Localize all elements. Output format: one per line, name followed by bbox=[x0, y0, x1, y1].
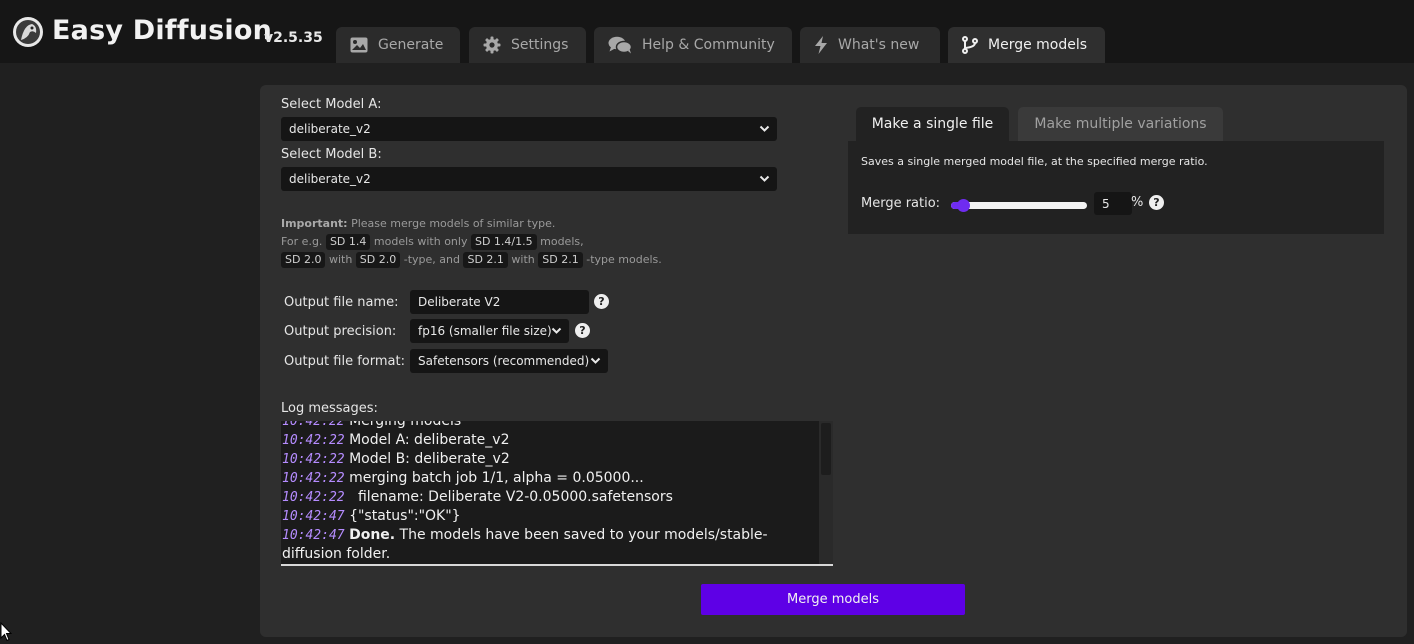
model-a-select[interactable]: deliberate_v2 bbox=[281, 117, 777, 141]
code-tag: SD 1.4/1.5 bbox=[470, 234, 537, 250]
log-timestamp: 10:42:22 bbox=[282, 490, 345, 505]
code-tag: SD 2.0 bbox=[355, 252, 401, 268]
merge-ratio-unit: % bbox=[1131, 195, 1144, 210]
merge-models-button[interactable]: Merge models bbox=[701, 584, 965, 615]
output-precision-value: fp16 (smaller file size) bbox=[418, 324, 552, 338]
merge-ratio-input[interactable]: 5 bbox=[1094, 192, 1132, 215]
log-scrollbar[interactable] bbox=[819, 421, 833, 564]
tab-make-single-file[interactable]: Make a single file bbox=[856, 107, 1009, 141]
output-format-value: Safetensors (recommended) bbox=[418, 354, 590, 368]
image-icon bbox=[350, 37, 368, 53]
log-line: 10:42:47 {"status":"OK"} bbox=[282, 507, 802, 526]
help-icon[interactable]: ? bbox=[1149, 195, 1164, 210]
code-tag: SD 2.0 bbox=[281, 252, 326, 268]
log-line: 10:42:22 filename: Deliberate V2-0.05000… bbox=[282, 488, 802, 507]
log-bold-text: Done. bbox=[349, 527, 396, 543]
output-name-label: Output file name: bbox=[284, 295, 399, 310]
tab-generate[interactable]: Generate bbox=[336, 27, 460, 63]
chevron-down-icon bbox=[551, 327, 562, 334]
tab-label: What's new bbox=[838, 37, 920, 53]
top-header: Easy Diffusion v2.5.35 Generate Settings bbox=[0, 0, 1414, 63]
gear-icon bbox=[483, 36, 501, 54]
code-tag: SD 2.1 bbox=[463, 252, 508, 268]
app-title: Easy Diffusion bbox=[52, 15, 273, 46]
bolt-icon bbox=[815, 36, 827, 54]
log-line: 10:42:22 Model A: deliberate_v2 bbox=[282, 431, 802, 450]
chevron-down-icon bbox=[759, 125, 770, 132]
merge-ratio-label: Merge ratio: bbox=[861, 196, 941, 211]
note-text: -type models. bbox=[582, 253, 662, 266]
output-name-input[interactable]: Deliberate V2 bbox=[410, 290, 589, 314]
note-text: with bbox=[325, 253, 356, 266]
log-message: Model B: deliberate_v2 bbox=[349, 451, 510, 467]
log-message: Model A: deliberate_v2 bbox=[349, 432, 510, 448]
easy-diffusion-logo-icon bbox=[12, 16, 44, 48]
note-text: models, bbox=[536, 235, 584, 248]
code-tag: SD 1.4 bbox=[325, 234, 371, 250]
log-timestamp: 10:42:47 bbox=[282, 509, 345, 524]
model-b-label: Select Model B: bbox=[281, 147, 382, 162]
note-text: models with only bbox=[370, 235, 471, 248]
output-format-select[interactable]: Safetensors (recommended) bbox=[410, 349, 608, 373]
app-version: v2.5.35 bbox=[264, 30, 323, 46]
tab-help-community[interactable]: Help & Community bbox=[594, 27, 792, 63]
log-message: merging batch job 1/1, alpha = 0.05000..… bbox=[349, 470, 644, 486]
model-a-value: deliberate_v2 bbox=[289, 122, 371, 136]
tab-label: Generate bbox=[378, 37, 444, 53]
help-icon[interactable]: ? bbox=[594, 294, 609, 309]
merge-models-panel: Select Model A: deliberate_v2 Select Mod… bbox=[260, 85, 1407, 637]
important-label: Important: bbox=[281, 217, 348, 230]
log-line: 10:42:22 Model B: deliberate_v2 bbox=[282, 450, 802, 469]
merge-ratio-slider-thumb[interactable] bbox=[957, 199, 971, 212]
tab-label: Settings bbox=[511, 37, 569, 53]
output-format-label: Output file format: bbox=[284, 354, 405, 369]
output-precision-label: Output precision: bbox=[284, 324, 397, 339]
log-message: {"status":"OK"} bbox=[349, 508, 461, 524]
model-b-value: deliberate_v2 bbox=[289, 172, 371, 186]
single-file-description: Saves a single merged model file, at the… bbox=[861, 155, 1208, 168]
code-tag: SD 2.1 bbox=[538, 252, 583, 268]
log-timestamp: 10:42:47 bbox=[282, 528, 345, 543]
log-timestamp: 10:42:22 bbox=[282, 471, 345, 486]
important-note: Important: Please merge models of simila… bbox=[281, 215, 801, 269]
tab-label: Merge models bbox=[988, 37, 1088, 53]
log-timestamp: 10:42:22 bbox=[282, 452, 345, 467]
log-line: 10:42:22 merging batch job 1/1, alpha = … bbox=[282, 469, 802, 488]
tab-merge-models[interactable]: Merge models bbox=[948, 27, 1105, 63]
note-text: For e.g. bbox=[281, 235, 326, 248]
code-branch-icon bbox=[962, 36, 978, 54]
log-message: Merging models bbox=[349, 421, 462, 429]
comments-icon bbox=[608, 36, 632, 54]
tab-label: Help & Community bbox=[642, 37, 775, 53]
tab-whats-new[interactable]: What's new bbox=[800, 27, 940, 63]
chevron-down-icon bbox=[590, 357, 601, 364]
model-b-select[interactable]: deliberate_v2 bbox=[281, 167, 777, 191]
log-timestamp: 10:42:22 bbox=[282, 421, 345, 429]
log-label: Log messages: bbox=[281, 401, 378, 416]
log-lines: 10:42:22 Merging models 10:42:22 Model A:… bbox=[282, 421, 802, 563]
chevron-down-icon bbox=[759, 175, 770, 182]
tab-make-multiple-variations[interactable]: Make multiple variations bbox=[1018, 107, 1223, 141]
log-line: 10:42:47 Done. The models have been save… bbox=[282, 526, 802, 563]
merge-ratio-slider[interactable] bbox=[951, 199, 1087, 212]
log-messages[interactable]: 10:42:22 Merging models 10:42:22 Model A:… bbox=[281, 421, 833, 566]
single-file-panel: Saves a single merged model file, at the… bbox=[848, 141, 1384, 234]
output-precision-select[interactable]: fp16 (smaller file size) bbox=[410, 319, 569, 343]
note-text: Please merge models of similar type. bbox=[347, 217, 556, 230]
log-timestamp: 10:42:22 bbox=[282, 433, 345, 448]
tab-settings[interactable]: Settings bbox=[469, 27, 586, 63]
note-text: -type, and bbox=[400, 253, 464, 266]
mouse-cursor-icon bbox=[0, 622, 12, 642]
help-icon[interactable]: ? bbox=[575, 323, 590, 338]
note-text: with bbox=[507, 253, 539, 266]
log-message: filename: Deliberate V2-0.05000.safetens… bbox=[357, 489, 673, 505]
log-line: 10:42:22 Merging models bbox=[282, 421, 802, 431]
log-scrollbar-thumb[interactable] bbox=[821, 423, 831, 475]
model-a-label: Select Model A: bbox=[281, 97, 382, 112]
